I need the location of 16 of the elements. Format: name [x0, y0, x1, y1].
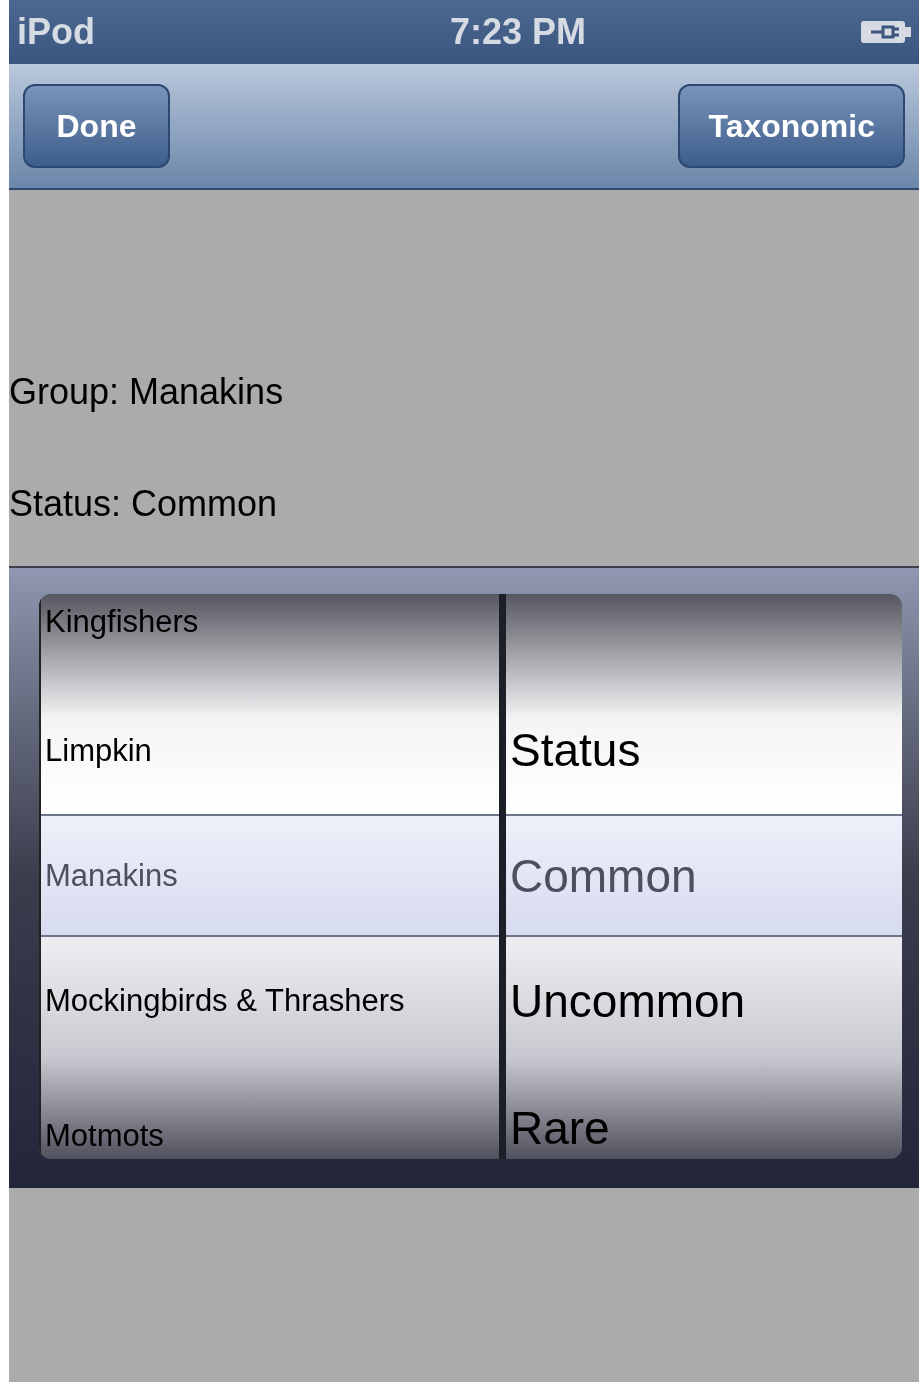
picker-row[interactable]: Manakins [41, 814, 499, 937]
detail-text: Group: Manakins [9, 374, 285, 410]
picker-row[interactable]: Kingfishers [41, 594, 499, 686]
picker-row[interactable]: Status [506, 686, 902, 814]
picker-row[interactable]: Uncommon [506, 937, 902, 1064]
done-button[interactable]: Done [23, 84, 170, 168]
clock-time: 7:23 PM [449, 10, 587, 54]
picker-row[interactable]: Motmots [41, 1064, 499, 1159]
picker-row[interactable]: Limpkin [41, 686, 499, 814]
battery-charging-icon [861, 19, 911, 45]
carrier-label: iPod [17, 10, 95, 54]
sort-button[interactable]: Taxonomic [678, 84, 905, 168]
picker-row[interactable]: Mockingbirds & Thrashers [41, 937, 499, 1064]
picker-row[interactable]: Common [506, 814, 902, 937]
detail-text: Status: Common [9, 486, 279, 522]
picker-row[interactable]: Rare [506, 1064, 902, 1159]
